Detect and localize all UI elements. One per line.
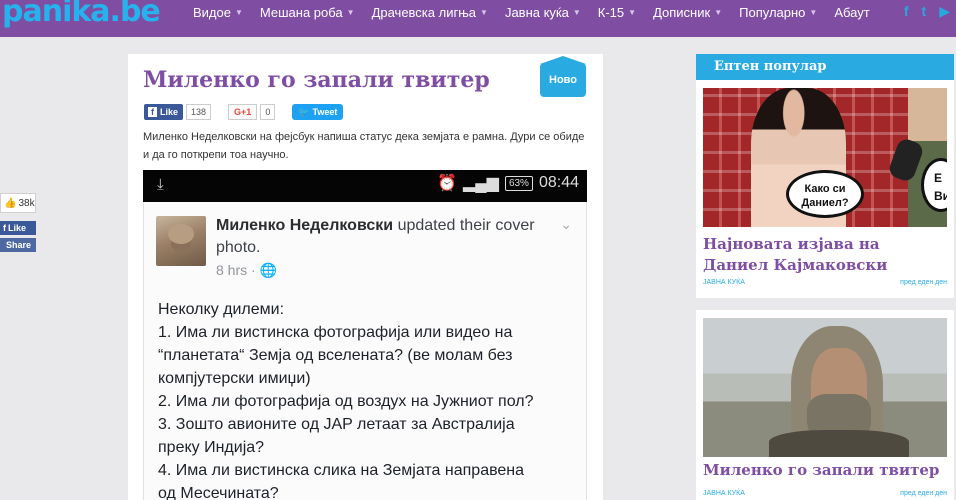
- facebook-icon[interactable]: f: [904, 3, 909, 20]
- nav-item[interactable]: К-15 ▼: [598, 5, 636, 20]
- facebook-like-button[interactable]: f Like: [0, 221, 36, 235]
- like-count-value: 38k: [18, 197, 35, 209]
- card-image[interactable]: Како си Даниел? Е Ви: [703, 88, 947, 227]
- new-badge: Ново: [540, 56, 586, 97]
- google-plus-button[interactable]: G+1: [228, 104, 258, 120]
- facebook-like-count: 138: [186, 104, 212, 120]
- nav-item[interactable]: Јавна куќа ▼: [505, 5, 581, 20]
- nav-item[interactable]: Дописник ▼: [653, 5, 722, 20]
- google-plus-count: 0: [260, 104, 276, 120]
- avatar: [156, 216, 206, 266]
- signal-icon: ▂▄▆: [462, 175, 499, 192]
- tweet-button[interactable]: 🐦 Tweet: [292, 104, 344, 120]
- social-links: f t ▶: [904, 3, 950, 20]
- like-count: 👍 38k: [0, 193, 36, 213]
- chevron-down-icon: ▼: [628, 7, 637, 17]
- card-meta: ЈАВНА КУЌА пред еден ден: [703, 490, 947, 497]
- post-line: “планетата“ Земја од вселената? (ве мола…: [158, 347, 513, 364]
- twitter-icon: 🐦: [298, 106, 310, 117]
- card-time: пред еден ден: [900, 279, 947, 286]
- nav-item[interactable]: Мешана роба ▼: [260, 5, 355, 20]
- post-line: преку Индија?: [158, 439, 265, 456]
- chevron-down-icon: ▼: [809, 7, 818, 17]
- nav-item[interactable]: Видое ▼: [193, 5, 243, 20]
- card-title[interactable]: Најновата изјава на Даниел Кајмаковски: [703, 234, 949, 276]
- chevron-down-icon: ▼: [346, 7, 355, 17]
- post-line: 1. Има ли вистинска фотографија или виде…: [158, 324, 513, 341]
- alarm-icon: ⏰: [437, 175, 457, 192]
- post-line: 4. Има ли вистинска слика на Земјата нап…: [158, 462, 525, 479]
- main-menu: Видое ▼ Мешана роба ▼ Драчевска лигња ▼ Јавна …: [193, 0, 887, 24]
- top-nav: panika.be Видое ▼ Мешана роба ▼ Драчевска ли…: [0, 0, 956, 37]
- download-icon: ⤓: [157, 176, 164, 193]
- article-card: Миленко го запали твитер Ново f Like 138…: [128, 54, 603, 500]
- share-label: Share: [6, 240, 32, 250]
- post-time-label: 8 hrs ·: [216, 262, 260, 278]
- like-label: Like: [160, 107, 179, 117]
- floating-share-bar: 👍 38k f Like Share: [0, 193, 36, 252]
- facebook-like-button[interactable]: f Like: [144, 104, 184, 120]
- facebook-post: Миленко Неделковски updated their cover …: [143, 202, 587, 500]
- post-author: Миленко Неделковски: [216, 217, 394, 234]
- facebook-share-button[interactable]: Share: [0, 238, 36, 252]
- chevron-down-icon: ▼: [234, 7, 243, 17]
- facebook-icon: f: [148, 107, 157, 117]
- nav-item-label: Драчевска лигња: [371, 4, 477, 20]
- chevron-down-icon: ▼: [714, 7, 723, 17]
- card-title[interactable]: Миленко го запали твитер: [703, 461, 939, 479]
- card-image[interactable]: [703, 318, 947, 457]
- phone-status-bar: ⤓ ⏰ ▂▄▆ 63% 08:44: [143, 170, 587, 202]
- phone-clock: 08:44: [538, 174, 579, 191]
- post-body: Неколку дилеми: 1. Има ли вистинска фотог…: [158, 298, 578, 500]
- post-header: Миленко Неделковски updated their cover …: [216, 215, 546, 259]
- post-time: 8 hrs · 🌐: [216, 262, 277, 279]
- sidebar-card[interactable]: Миленко го запали твитер ЈАВНА КУЌА пред…: [696, 310, 954, 500]
- nav-item-label: Дописник: [653, 4, 711, 20]
- twitter-icon[interactable]: t: [922, 3, 927, 20]
- nav-item-label: Популарно: [739, 4, 806, 20]
- post-line: Неколку дилеми:: [158, 301, 285, 318]
- thumbs-up-icon: 👍: [4, 197, 17, 209]
- speech-bubble: Како си Даниел?: [786, 170, 864, 218]
- chevron-down-icon: ⌄: [560, 216, 572, 232]
- nav-item[interactable]: Популарно ▼: [739, 5, 817, 20]
- tweet-label: Tweet: [312, 107, 338, 117]
- sidebar-card[interactable]: Како си Даниел? Е Ви Најновата изјава на…: [696, 80, 954, 298]
- card-category[interactable]: ЈАВНА КУЌА: [703, 279, 745, 286]
- nav-item-label: Јавна куќа: [504, 4, 569, 20]
- facebook-post-screenshot: ⤓ ⏰ ▂▄▆ 63% 08:44 Миленко Неделковски up…: [143, 170, 587, 500]
- post-line: компјутерски имиџи): [158, 370, 311, 387]
- sidebar: Ептен популар Како си Даниел? Е Ви Најно…: [696, 54, 954, 500]
- card-category[interactable]: ЈАВНА КУЌА: [703, 490, 745, 497]
- battery-indicator: 63%: [504, 175, 533, 191]
- chevron-down-icon: ▼: [572, 7, 581, 17]
- nav-item-label: Мешана роба: [259, 4, 343, 20]
- chevron-down-icon: ▼: [480, 7, 488, 17]
- youtube-icon[interactable]: ▶: [939, 3, 950, 20]
- facebook-icon: f: [3, 223, 6, 233]
- nav-item[interactable]: Драчевска лигња ▼: [372, 5, 488, 20]
- post-line: 3. Зошто авионите од JAP летаат за Австр…: [158, 416, 515, 433]
- nav-item-label: Абаут: [834, 4, 870, 20]
- post-line: 2. Има ли фотографија од воздух на Јужни…: [158, 393, 534, 410]
- globe-icon: 🌐: [259, 262, 278, 278]
- like-label: Like: [8, 223, 27, 233]
- sidebar-header: Ептен популар: [696, 54, 954, 80]
- card-meta: ЈАВНА КУЌА пред еден ден: [703, 279, 947, 286]
- nav-item[interactable]: Абаут: [834, 5, 869, 20]
- post-line: од Месечината?: [158, 485, 279, 500]
- article-title[interactable]: Миленко го запали твитер: [143, 67, 490, 93]
- card-time: пред еден ден: [900, 490, 947, 497]
- nav-item-label: Видое: [193, 4, 231, 20]
- nav-item-label: К-15: [597, 4, 625, 20]
- share-buttons: f Like 138 G+1 0 🐦 Tweet: [144, 104, 344, 120]
- article-lead: Миленко Неделковски на фејсбук напиша ст…: [143, 131, 585, 161]
- site-logo[interactable]: panika.be: [2, 0, 161, 32]
